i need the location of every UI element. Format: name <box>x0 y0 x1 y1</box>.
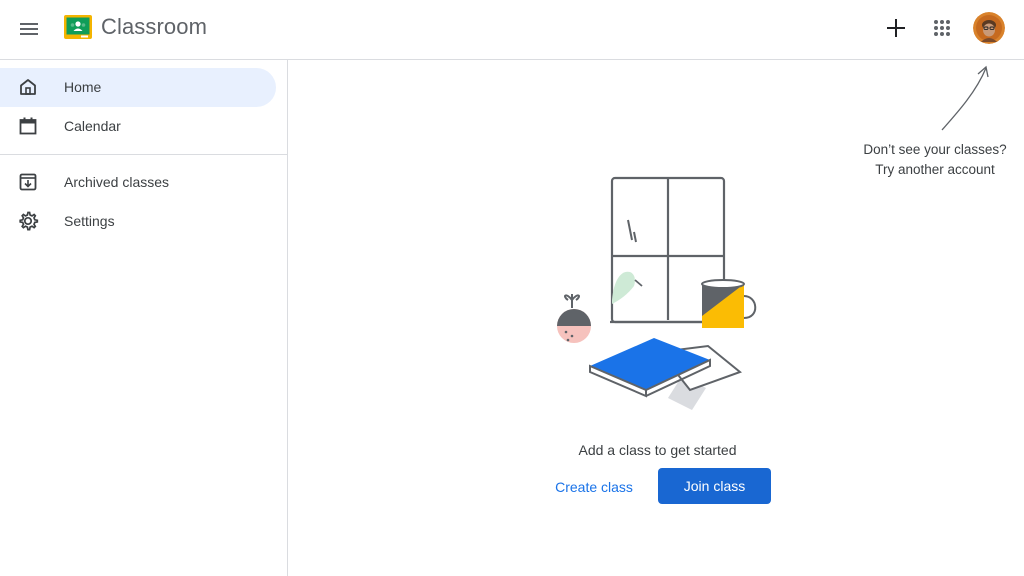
top-app-bar: Classroom <box>0 0 1024 60</box>
join-class-button[interactable]: Join class <box>658 468 771 504</box>
empty-state-illustration <box>557 176 757 410</box>
calendar-icon <box>17 115 39 137</box>
sidebar-item-archived-classes[interactable]: Archived classes <box>0 163 276 202</box>
empty-state-message: Add a class to get started <box>578 442 737 458</box>
sidebar-item-settings[interactable]: Settings <box>0 202 276 241</box>
account-avatar[interactable] <box>973 12 1005 44</box>
sidebar-item-home[interactable]: Home <box>0 68 276 107</box>
account-hint-line2: Try another account <box>875 162 995 177</box>
sidebar-item-label: Settings <box>64 213 115 229</box>
sidebar-item-label: Archived classes <box>64 174 170 190</box>
account-hint-line1: Don’t see your classes? <box>863 142 1007 157</box>
archive-icon <box>17 171 39 193</box>
navigation-drawer: Home Calendar Archived classes Settings <box>0 60 288 576</box>
create-class-link[interactable]: Create class <box>548 476 640 498</box>
hamburger-menu-icon <box>20 23 38 35</box>
gear-icon <box>17 210 39 232</box>
sidebar-item-label: Home <box>64 79 102 95</box>
classroom-logo-icon <box>64 15 92 39</box>
create-or-join-button[interactable] <box>880 12 912 44</box>
main-menu-button[interactable] <box>12 12 46 46</box>
home-icon <box>17 76 39 98</box>
google-apps-button[interactable] <box>926 12 958 44</box>
sidebar-divider <box>0 154 287 155</box>
sidebar-item-label: Calendar <box>64 118 121 134</box>
app-title: Classroom <box>101 14 208 39</box>
plus-icon <box>887 19 905 37</box>
sidebar-item-calendar[interactable]: Calendar <box>0 107 276 146</box>
hint-arrow-icon <box>941 65 989 131</box>
account-hint: Don’t see your classes? Try another acco… <box>840 140 1024 180</box>
user-avatar-icon <box>973 12 1005 44</box>
apps-grid-icon <box>934 20 950 36</box>
